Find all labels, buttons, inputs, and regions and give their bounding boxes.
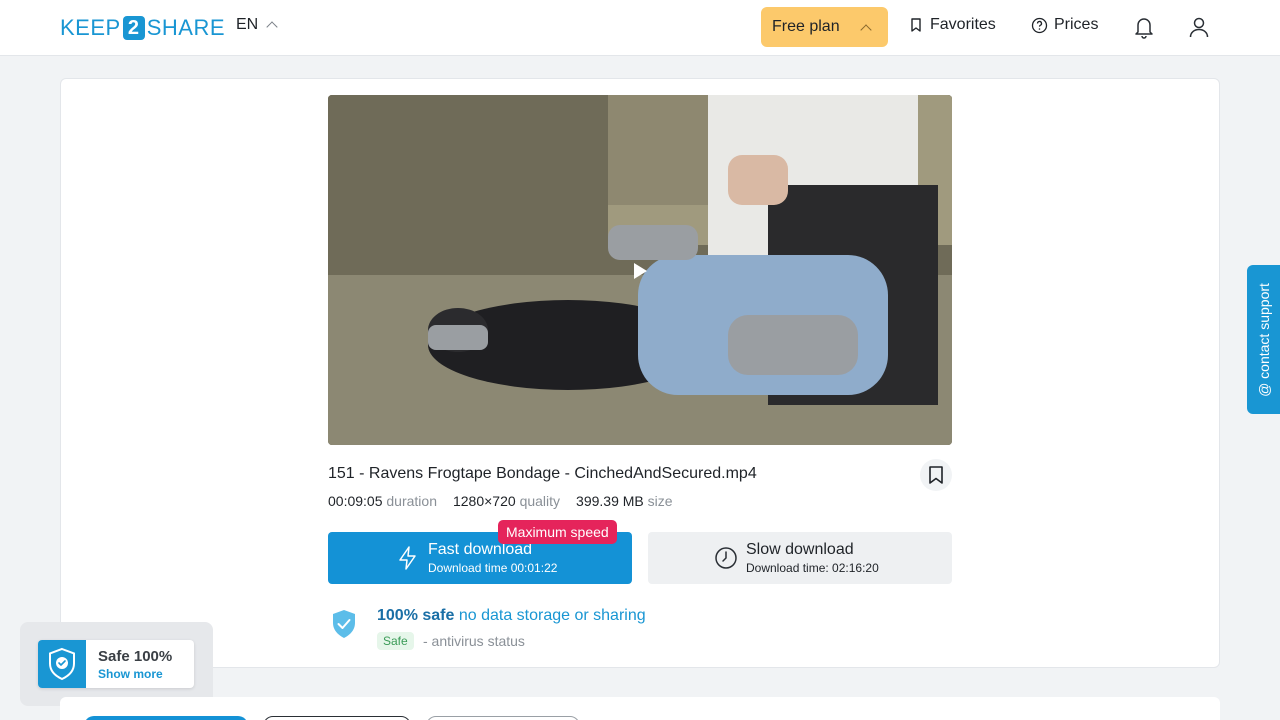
- file-title: 151 - Ravens Frogtape Bondage - CinchedA…: [328, 465, 757, 482]
- lightning-icon: [399, 546, 416, 570]
- size-label: size: [647, 493, 673, 509]
- safety-rest: no data storage or sharing: [454, 607, 646, 624]
- top-header: KEEP 2 SHARE EN Free plan Favorites Pric…: [0, 0, 1280, 56]
- antivirus-badge: Safe: [377, 632, 414, 650]
- slow-download-label: Slow download: [746, 541, 854, 558]
- duration-item: 00:09:05 duration: [328, 493, 437, 509]
- safe-widget-icon-box: [38, 640, 86, 688]
- contact-support-tab[interactable]: @ contact support: [1247, 265, 1280, 414]
- video-preview[interactable]: [328, 95, 952, 445]
- quality-item: 1280×720 quality: [453, 493, 560, 509]
- tab-secondary[interactable]: [263, 716, 411, 720]
- notifications-button[interactable]: [1131, 14, 1157, 40]
- account-button[interactable]: [1186, 14, 1212, 40]
- help-circle-icon: [1031, 17, 1048, 33]
- logo-text-right: SHARE: [146, 15, 225, 40]
- safe-widget-title: Safe 100%: [98, 648, 173, 665]
- chevron-up-icon: [860, 24, 872, 36]
- site-logo[interactable]: KEEP 2 SHARE: [60, 14, 225, 42]
- quality-value: 1280×720: [452, 493, 516, 509]
- duration-label: duration: [386, 493, 437, 509]
- play-icon: [634, 263, 647, 279]
- contact-support-label: @ contact support: [1255, 282, 1272, 397]
- safe-widget[interactable]: Safe 100% Show more: [38, 640, 194, 688]
- safety-bold: 100% safe: [377, 607, 455, 624]
- user-icon: [1189, 17, 1209, 38]
- quality-label: quality: [519, 493, 561, 509]
- size-item: 399.39 MB size: [576, 493, 673, 509]
- tab-primary[interactable]: [84, 716, 248, 720]
- favorites-link[interactable]: Favorites: [908, 16, 996, 34]
- chevron-up-icon: [266, 21, 278, 33]
- file-meta: 00:09:05 duration 1280×720 quality 399.3…: [328, 493, 673, 509]
- slow-download-button[interactable]: Slow download Download time: 02:16:20: [648, 532, 952, 584]
- add-favorite-button[interactable]: [920, 459, 952, 491]
- antivirus-status-label: - antivirus status: [423, 633, 525, 649]
- plan-dropdown-button[interactable]: Free plan: [761, 7, 888, 47]
- duration-value: 00:09:05: [328, 493, 383, 509]
- plan-label: Free plan: [772, 18, 840, 35]
- bell-icon: [1135, 18, 1153, 39]
- bookmark-icon: [911, 18, 921, 32]
- slow-download-time: Download time: 02:16:20: [746, 561, 879, 575]
- logo-badge: 2: [122, 16, 145, 40]
- prices-link[interactable]: Prices: [1031, 16, 1098, 34]
- fast-download-time: Download time 00:01:22: [428, 561, 558, 575]
- language-label: EN: [236, 16, 259, 33]
- logo-text-left: KEEP: [60, 15, 121, 40]
- clock-icon: [715, 547, 737, 569]
- favorites-label: Favorites: [930, 16, 996, 33]
- shield-check-icon: [333, 610, 355, 638]
- bookmark-icon: [929, 466, 943, 484]
- language-selector[interactable]: EN: [236, 16, 278, 34]
- safety-statement: 100% safe no data storage or sharing: [377, 607, 646, 625]
- safe-widget-show-more[interactable]: Show more: [98, 667, 163, 681]
- prices-label: Prices: [1054, 16, 1099, 33]
- shield-check-icon: [49, 647, 75, 681]
- tab-tertiary[interactable]: [426, 716, 580, 720]
- max-speed-badge: Maximum speed: [498, 520, 617, 544]
- size-value: 399.39 MB: [576, 493, 644, 509]
